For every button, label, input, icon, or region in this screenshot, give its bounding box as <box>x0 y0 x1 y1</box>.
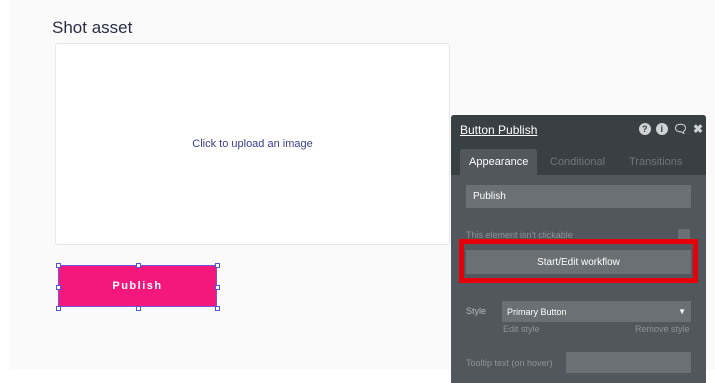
publish-button[interactable]: Publish <box>58 265 217 307</box>
tab-conditional[interactable]: Conditional <box>541 149 614 175</box>
tab-appearance[interactable]: Appearance <box>460 149 538 175</box>
style-select[interactable]: Primary Button ▼ <box>502 301 691 322</box>
style-label: Style <box>466 306 487 316</box>
close-icon[interactable]: ✖ <box>693 122 703 136</box>
start-edit-workflow-button[interactable]: Start/Edit workflow <box>466 250 691 274</box>
image-uploader[interactable]: Click to upload an image <box>55 43 450 245</box>
style-select-value: Primary Button <box>507 306 567 317</box>
chevron-down-icon: ▼ <box>678 307 686 316</box>
panel-header[interactable]: Button Publish ? i 🗨︎ ✖ <box>451 115 706 145</box>
info-icon[interactable]: i <box>655 123 668 135</box>
button-text-field[interactable]: Publish <box>466 185 691 208</box>
resize-handle-top-right[interactable] <box>215 263 220 268</box>
help-icon[interactable]: ? <box>638 123 651 135</box>
uploader-label: Click to upload an image <box>192 138 313 150</box>
edit-style-link[interactable]: Edit style <box>503 324 540 334</box>
not-clickable-checkbox[interactable] <box>678 229 690 240</box>
resize-handle-bottom-left[interactable] <box>56 306 61 311</box>
resize-handle-left[interactable] <box>56 285 61 290</box>
resize-handle-top[interactable] <box>136 263 141 268</box>
tooltip-input[interactable] <box>566 352 691 373</box>
comment-icon[interactable]: 🗨︎ <box>673 122 688 136</box>
not-clickable-label: This element isn't clickable <box>466 230 573 240</box>
resize-handle-top-left[interactable] <box>56 263 61 268</box>
tooltip-label: Tooltip text (on hover) <box>466 358 553 368</box>
resize-handle-right[interactable] <box>215 285 220 290</box>
page-title: Shot asset <box>52 18 133 37</box>
panel-title[interactable]: Button Publish <box>460 123 537 137</box>
resize-handle-bottom-right[interactable] <box>215 306 220 311</box>
property-editor-panel: Button Publish ? i 🗨︎ ✖ Appearance Condi… <box>451 115 706 383</box>
remove-style-link[interactable]: Remove style <box>635 324 690 334</box>
panel-tabs: Appearance Conditional Transitions <box>451 145 706 175</box>
tab-transitions[interactable]: Transitions <box>620 149 691 175</box>
resize-handle-bottom[interactable] <box>136 306 141 311</box>
